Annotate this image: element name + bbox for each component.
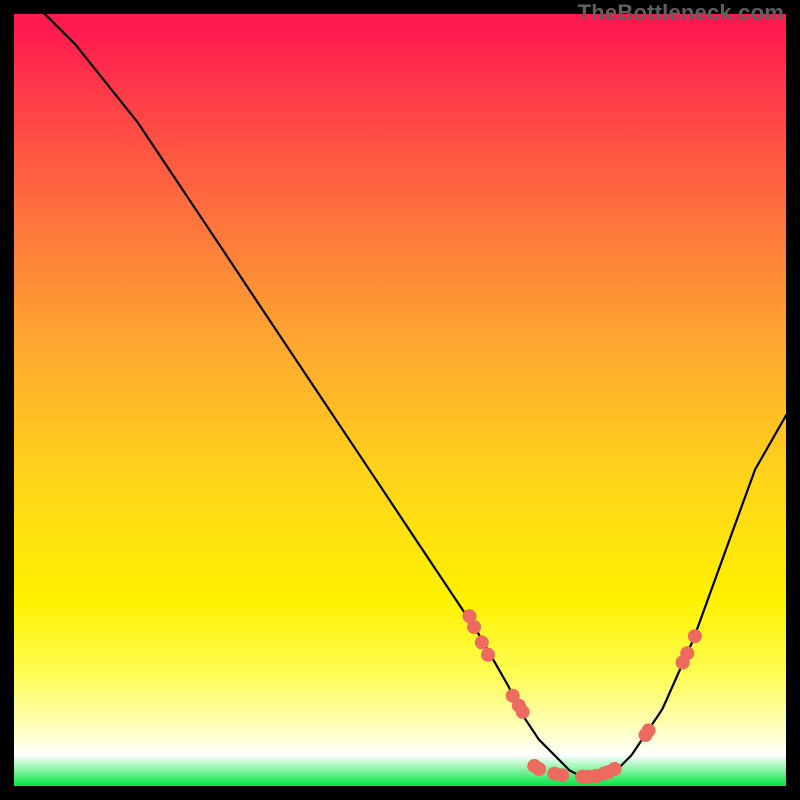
data-marker <box>688 629 702 643</box>
bottleneck-chart <box>14 14 786 786</box>
data-marker <box>642 723 656 737</box>
data-marker <box>555 768 569 782</box>
data-marker <box>467 620 481 634</box>
data-marker <box>516 705 530 719</box>
watermark-text: TheBottleneck.com <box>578 0 784 26</box>
bottleneck-curve <box>14 0 786 778</box>
data-marker <box>608 762 622 776</box>
data-marker <box>481 648 495 662</box>
data-marker <box>680 646 694 660</box>
data-marker <box>475 635 489 649</box>
data-markers <box>463 609 702 784</box>
data-marker <box>532 762 546 776</box>
